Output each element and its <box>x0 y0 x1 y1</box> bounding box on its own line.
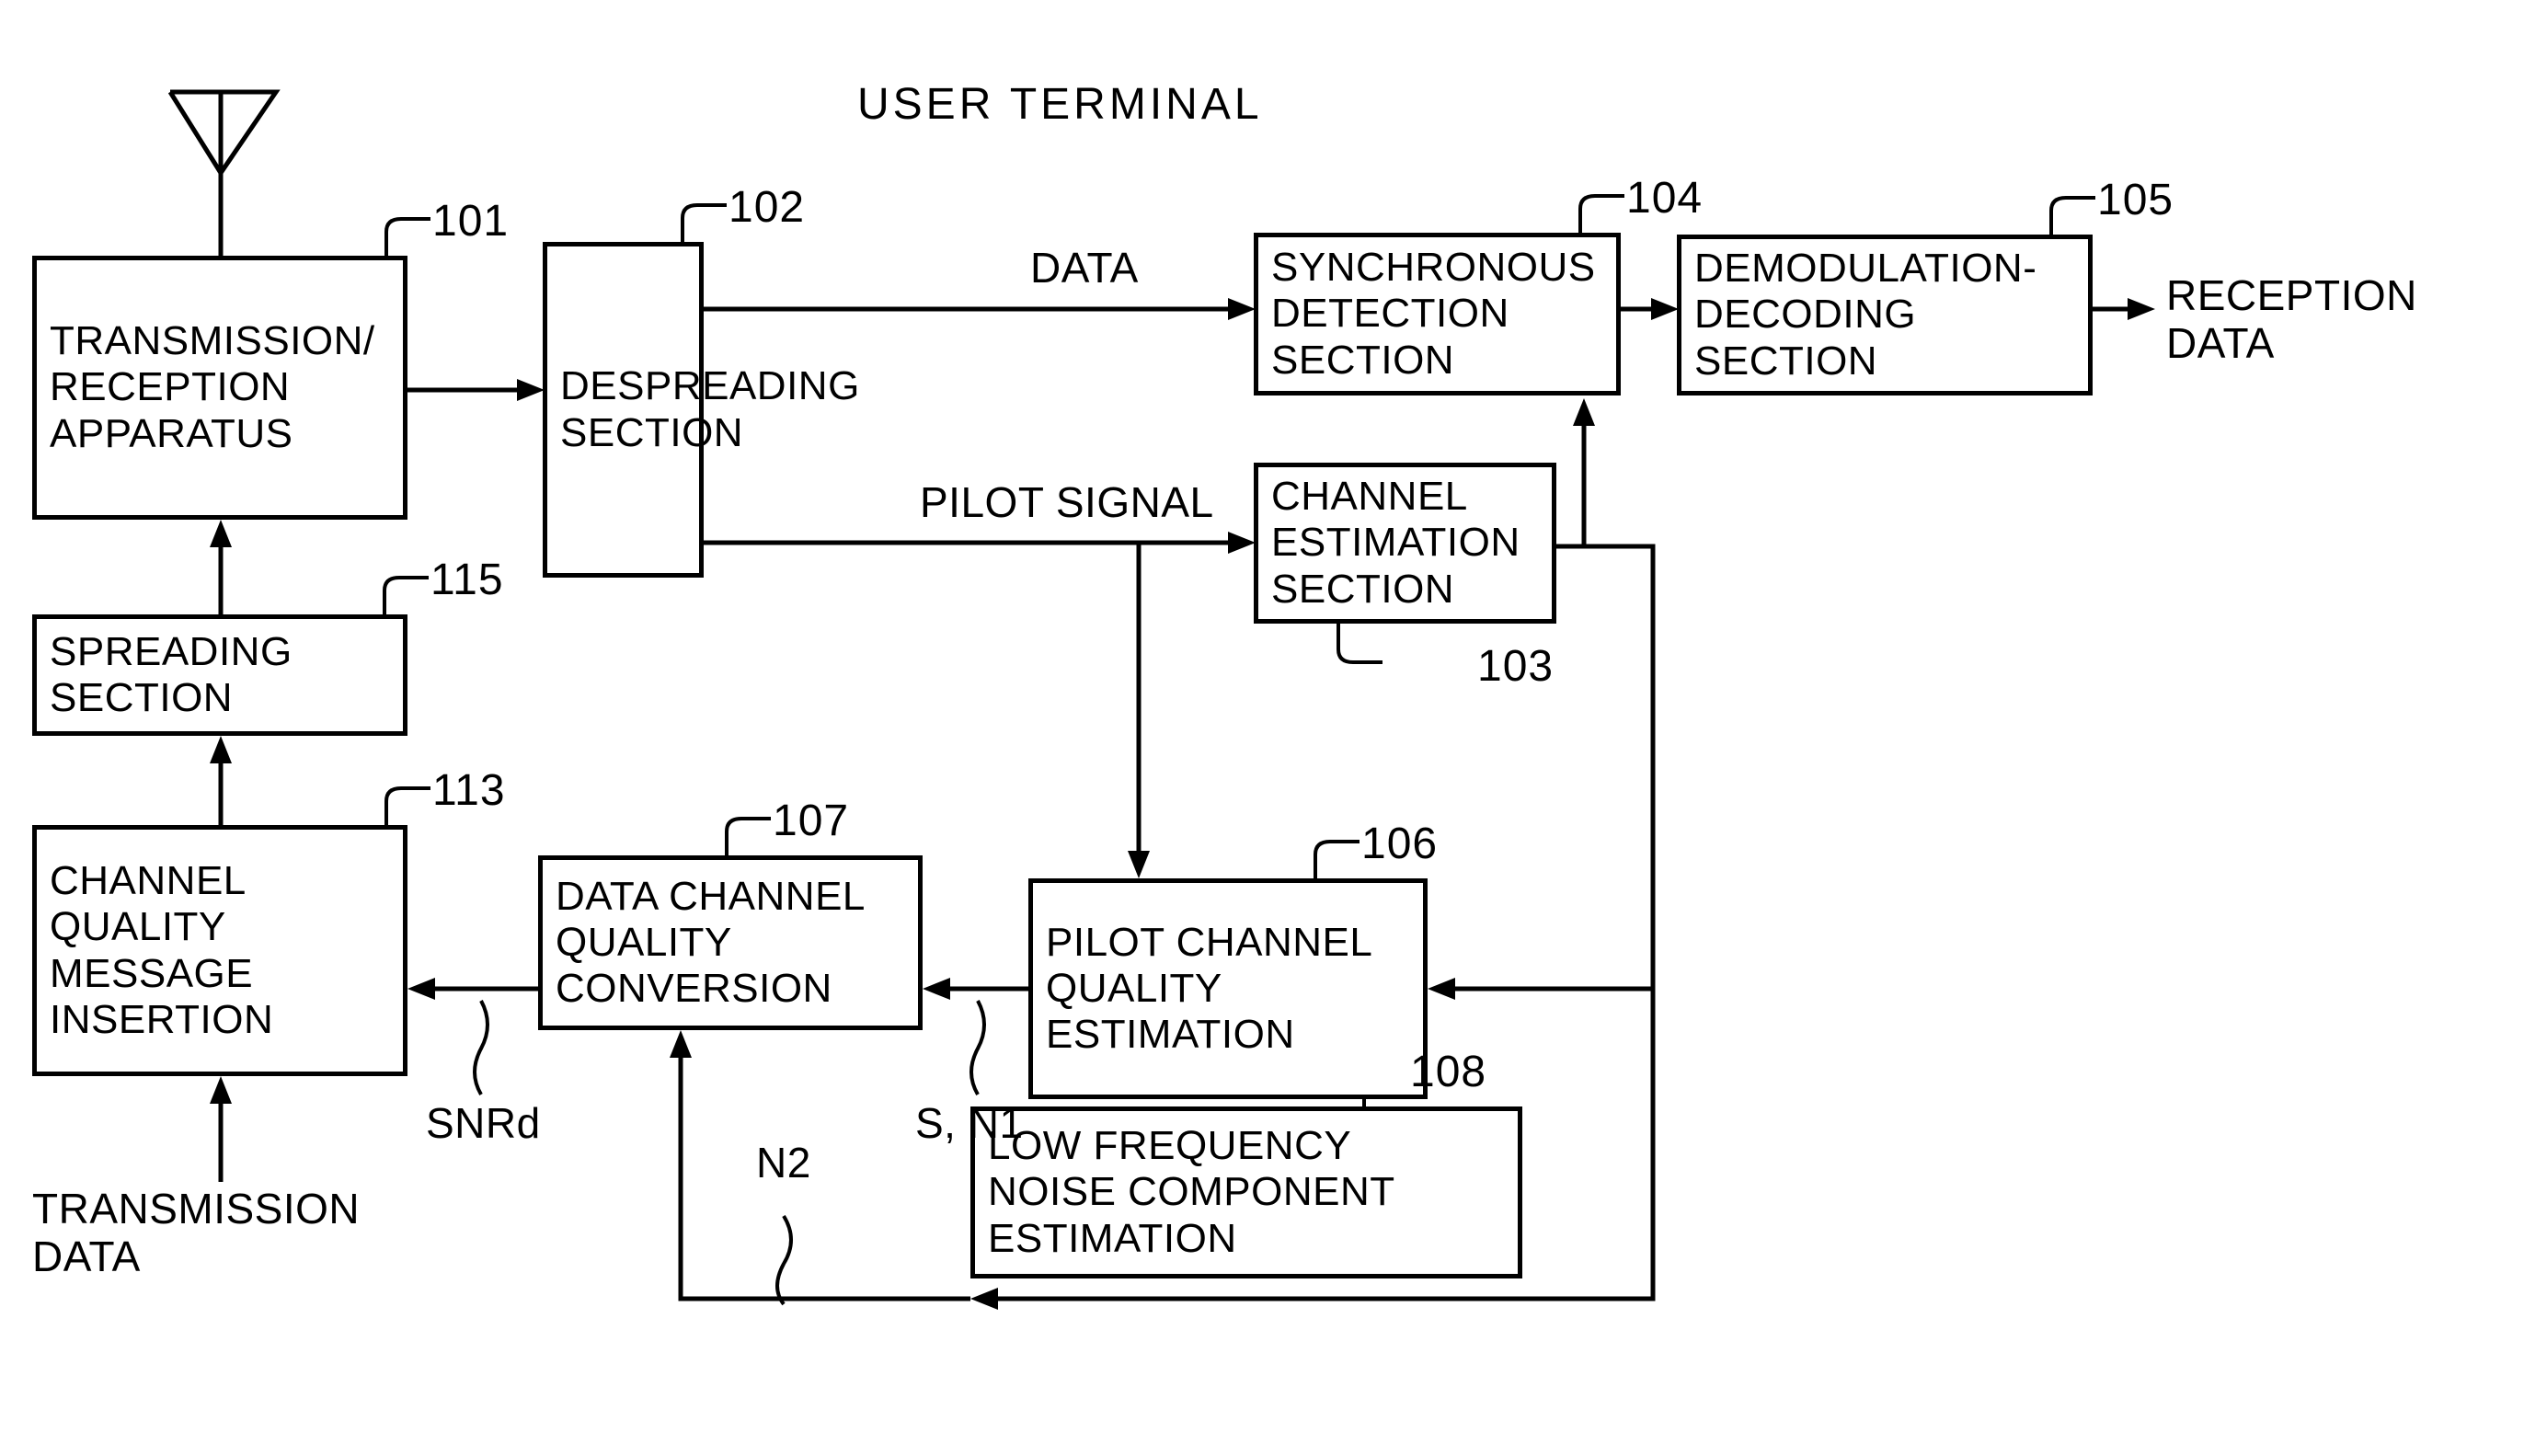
block-label: DEMODULATION- DECODING SECTION <box>1694 246 2037 384</box>
signal-label-pilot: PILOT SIGNAL <box>920 478 1214 526</box>
ref-115: 115 <box>430 556 504 604</box>
tick-snrd <box>473 1000 489 1096</box>
ref-105: 105 <box>2097 176 2174 224</box>
block-low-frequency-noise-component-estimation[interactable]: LOW FREQUENCY NOISE COMPONENT ESTIMATION <box>970 1106 1522 1278</box>
block-demodulation-decoding-section[interactable]: DEMODULATION- DECODING SECTION <box>1677 235 2093 396</box>
block-transmission-reception-apparatus[interactable]: TRANSMISSION/ RECEPTION APPARATUS <box>32 256 407 520</box>
block-label: DESPREADING SECTION <box>560 363 860 455</box>
tick-sn1 <box>969 1000 986 1096</box>
block-channel-quality-message-insertion[interactable]: CHANNEL QUALITY MESSAGE INSERTION <box>32 825 407 1076</box>
leader-104 <box>1578 194 1624 233</box>
ref-103: 103 <box>1477 642 1555 691</box>
leader-105 <box>2049 196 2095 235</box>
signal-label-n2: N2 <box>756 1139 811 1187</box>
tick-n2 <box>775 1214 793 1306</box>
ref-102: 102 <box>729 183 806 232</box>
leader-106 <box>1314 840 1360 878</box>
leader-102 <box>681 203 727 242</box>
ref-107: 107 <box>773 797 850 845</box>
leader-101 <box>384 217 430 256</box>
ref-104: 104 <box>1626 174 1704 223</box>
signal-label-s-n1: S, N1 <box>915 1099 1024 1147</box>
block-label: TRANSMISSION/ RECEPTION APPARATUS <box>50 318 375 456</box>
ref-106: 106 <box>1361 820 1439 868</box>
signal-label-transmission-data: TRANSMISSION DATA <box>32 1185 361 1281</box>
block-data-channel-quality-conversion[interactable]: DATA CHANNEL QUALITY CONVERSION <box>538 855 923 1030</box>
leader-113 <box>384 786 430 825</box>
patent-block-diagram: USER TERMINAL TRANSMISSION/ RECEPTION AP… <box>0 0 2547 1456</box>
signal-label-reception-data: RECEPTION DATA <box>2166 271 2417 368</box>
block-label: DATA CHANNEL QUALITY CONVERSION <box>556 873 866 1012</box>
leader-115 <box>383 576 429 614</box>
block-label: CHANNEL ESTIMATION SECTION <box>1271 474 1520 612</box>
block-channel-estimation-section[interactable]: CHANNEL ESTIMATION SECTION <box>1254 463 1556 624</box>
block-label: PILOT CHANNEL QUALITY ESTIMATION <box>1046 919 1373 1058</box>
block-label: CHANNEL QUALITY MESSAGE INSERTION <box>50 858 274 1042</box>
leader-103 <box>1337 624 1382 664</box>
ref-113: 113 <box>432 766 506 815</box>
block-label: LOW FREQUENCY NOISE COMPONENT ESTIMATION <box>988 1123 1395 1261</box>
block-synchronous-detection-section[interactable]: SYNCHRONOUS DETECTION SECTION <box>1254 233 1621 396</box>
block-pilot-channel-quality-estimation[interactable]: PILOT CHANNEL QUALITY ESTIMATION <box>1028 878 1428 1099</box>
ref-101: 101 <box>432 197 510 246</box>
antenna-icon <box>167 89 281 256</box>
leader-107 <box>725 817 771 855</box>
ref-108: 108 <box>1410 1048 1487 1096</box>
signal-label-snrd: SNRd <box>426 1099 541 1147</box>
block-label: SPREADING SECTION <box>50 628 293 720</box>
block-label: SYNCHRONOUS DETECTION SECTION <box>1271 245 1596 383</box>
block-spreading-section[interactable]: SPREADING SECTION <box>32 614 407 736</box>
diagram-title: USER TERMINAL <box>857 80 1263 129</box>
signal-label-data: DATA <box>1030 244 1139 292</box>
block-despreading-section[interactable]: DESPREADING SECTION <box>543 242 859 578</box>
